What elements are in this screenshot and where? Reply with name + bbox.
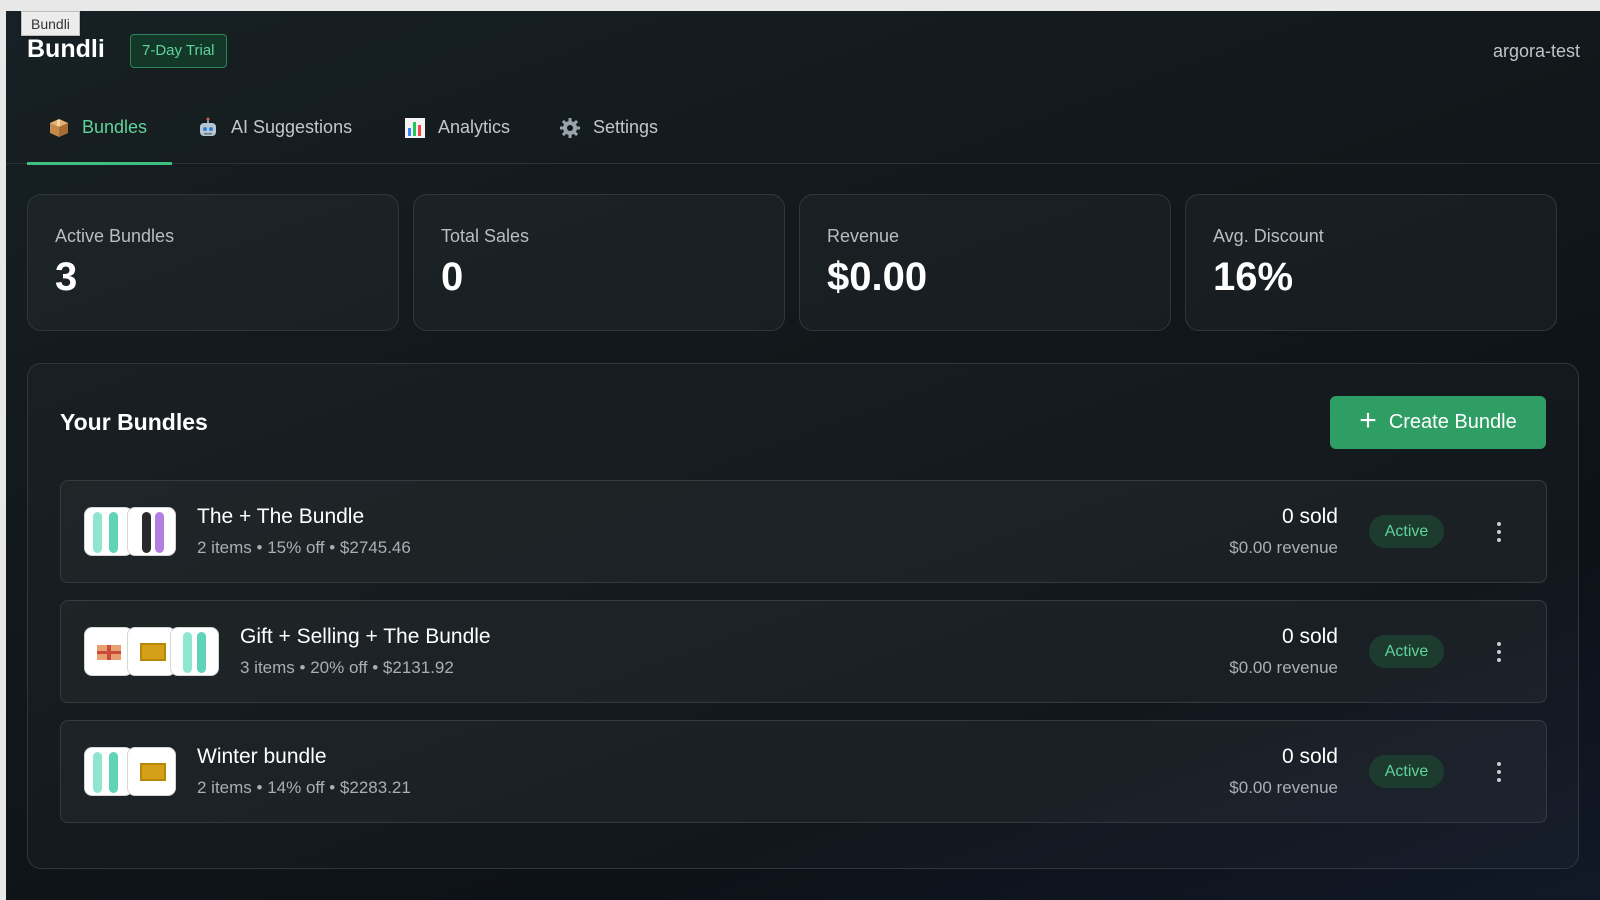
status-badge: Active <box>1369 515 1444 548</box>
more-options-icon[interactable] <box>1481 634 1517 670</box>
stat-label: Total Sales <box>441 226 530 246</box>
bundle-row[interactable]: The + The Bundle 2 items • 15% off • $27… <box>60 480 1547 583</box>
tab-ai-suggestions[interactable]: AI Suggestions <box>196 91 352 164</box>
robot-icon <box>196 116 220 140</box>
product-thumbnail <box>127 507 176 556</box>
trial-badge: 7-Day Trial <box>130 34 227 68</box>
stat-label: Active Bundles <box>55 226 175 246</box>
bar-chart-icon <box>403 116 427 140</box>
tab-settings[interactable]: Settings <box>558 91 658 164</box>
stat-value: 3 <box>55 255 78 299</box>
bundle-meta: 3 items • 20% off • $2131.92 <box>240 658 454 677</box>
gear-icon <box>558 116 582 140</box>
bundle-sold: 0 sold <box>1281 745 1338 768</box>
bundle-row[interactable]: Winter bundle 2 items • 14% off • $2283.… <box>60 720 1547 823</box>
bundle-meta: 2 items • 14% off • $2283.21 <box>197 778 411 797</box>
product-thumbnail <box>127 747 176 796</box>
bundle-thumbnails <box>84 507 176 556</box>
bundle-revenue: $0.00 revenue <box>1229 658 1338 677</box>
bundle-thumbnails <box>84 627 219 676</box>
brand-title: Bundli <box>27 35 105 63</box>
bundle-thumbnails <box>84 747 176 796</box>
more-options-icon[interactable] <box>1481 514 1517 550</box>
status-badge: Active <box>1369 635 1444 668</box>
bundle-sold: 0 sold <box>1281 505 1338 528</box>
stat-value: $0.00 <box>827 255 928 299</box>
bundles-panel: Your Bundles + Create Bundle The + The B… <box>27 363 1579 869</box>
product-thumbnail <box>127 627 176 676</box>
bundle-name: Gift + Selling + The Bundle <box>240 625 491 648</box>
plus-icon: + <box>1359 404 1377 437</box>
status-badge: Active <box>1369 755 1444 788</box>
tab-bundles[interactable]: Bundles <box>27 91 172 165</box>
bundle-name: The + The Bundle <box>197 505 365 528</box>
product-thumbnail <box>84 747 133 796</box>
bundle-revenue: $0.00 revenue <box>1229 778 1338 797</box>
tab-label: Analytics <box>438 117 511 137</box>
stat-card-total-sales: Total Sales 0 <box>413 194 785 331</box>
tab-label: Settings <box>593 117 659 137</box>
stat-card-revenue: Revenue $0.00 <box>799 194 1171 331</box>
panel-title: Your Bundles <box>60 409 208 435</box>
bundle-meta: 2 items • 15% off • $2745.46 <box>197 538 411 557</box>
package-icon <box>47 116 71 140</box>
tab-analytics[interactable]: Analytics <box>403 91 510 164</box>
stat-card-avg-discount: Avg. Discount 16% <box>1185 194 1557 331</box>
bundle-revenue: $0.00 revenue <box>1229 538 1338 557</box>
app-window: Bundli Bundli 7-Day Trial argora-test Bu… <box>6 11 1600 900</box>
tab-label: Bundles <box>82 117 148 137</box>
stat-label: Revenue <box>827 226 900 246</box>
stat-value: 0 <box>441 255 464 299</box>
product-thumbnail <box>84 507 133 556</box>
more-options-icon[interactable] <box>1481 754 1517 790</box>
bundle-row[interactable]: Gift + Selling + The Bundle 3 items • 20… <box>60 600 1547 703</box>
product-thumbnail <box>84 627 133 676</box>
stat-label: Avg. Discount <box>1213 226 1324 246</box>
stat-card-active-bundles: Active Bundles 3 <box>27 194 399 331</box>
product-thumbnail <box>170 627 219 676</box>
bundle-name: Winter bundle <box>197 745 327 768</box>
create-bundle-label: Create Bundle <box>1388 411 1517 433</box>
tooltip: Bundli <box>21 11 80 36</box>
tab-bar: Bundles AI Suggestions Analytics Setting… <box>6 91 1600 165</box>
header: Bundli 7-Day Trial argora-test <box>6 11 1600 91</box>
bundle-sold: 0 sold <box>1281 625 1338 648</box>
tab-label: AI Suggestions <box>231 117 353 137</box>
stat-value: 16% <box>1213 255 1294 299</box>
create-bundle-button[interactable]: + Create Bundle <box>1330 396 1546 449</box>
user-name[interactable]: argora-test <box>1493 41 1580 62</box>
